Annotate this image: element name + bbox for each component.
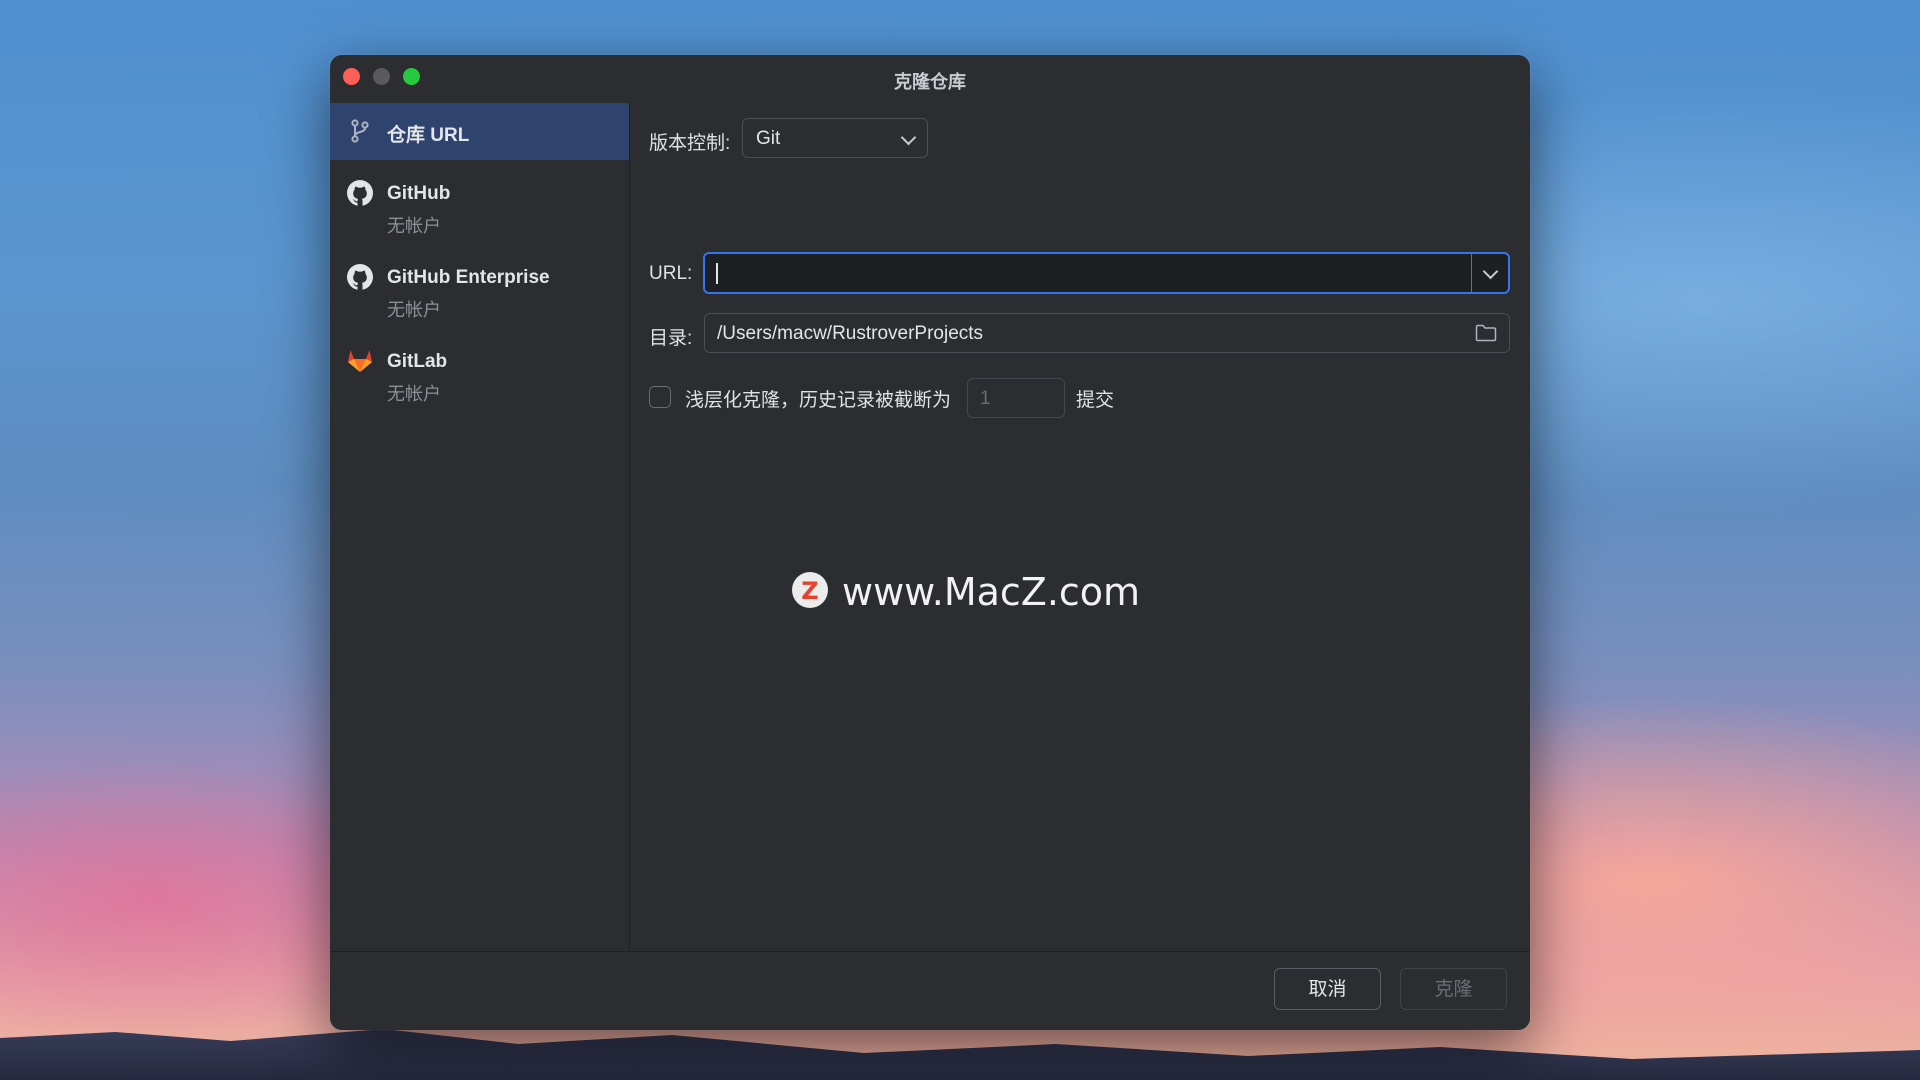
cancel-button[interactable]: 取消: [1274, 968, 1381, 1010]
window-title: 克隆仓库: [894, 72, 966, 92]
url-combobox[interactable]: [703, 252, 1510, 294]
url-input[interactable]: [713, 258, 1477, 290]
clone-repository-dialog: 克隆仓库 仓库 URL GitHub 无帐户 GitHub Enterprise…: [330, 55, 1530, 1030]
sidebar-item-sublabel: 无帐户: [387, 216, 441, 236]
sidebar: 仓库 URL GitHub 无帐户 GitHub Enterprise 无帐户: [330, 103, 630, 951]
folder-icon[interactable]: [1475, 324, 1497, 342]
sidebar-item-github[interactable]: GitHub 无帐户: [330, 171, 629, 245]
dialog-footer: 取消 克隆: [330, 951, 1530, 1030]
watermark-logo: Z: [792, 572, 828, 608]
watermark-logo-letter: Z: [801, 577, 819, 605]
clone-form: 版本控制: Git URL: 目录: /Users/macw/Rustrover…: [630, 103, 1530, 951]
sidebar-item-sublabel: 无帐户: [387, 300, 441, 320]
vcs-select[interactable]: Git: [742, 118, 928, 158]
gitlab-icon: [348, 350, 372, 372]
clone-button[interactable]: 克隆: [1400, 968, 1507, 1010]
sidebar-item-label: GitHub Enterprise: [387, 267, 550, 288]
vcs-select-value: Git: [756, 128, 781, 149]
directory-label: 目录:: [649, 328, 693, 349]
branch-icon: [351, 119, 369, 143]
shallow-depth-field[interactable]: 1: [967, 378, 1065, 418]
github-icon: [347, 264, 373, 290]
sidebar-item-github-enterprise[interactable]: GitHub Enterprise 无帐户: [330, 255, 629, 329]
url-label: URL:: [649, 263, 693, 284]
shallow-clone-label: 浅层化克隆，历史记录被截断为: [685, 390, 952, 411]
url-history-dropdown-button[interactable]: [1472, 254, 1508, 292]
vcs-label: 版本控制:: [649, 133, 731, 154]
title-bar: 克隆仓库: [330, 55, 1530, 103]
shallow-clone-checkbox[interactable]: [649, 386, 671, 408]
github-icon: [347, 180, 373, 206]
shallow-depth-value: 1: [980, 388, 991, 409]
directory-value: /Users/macw/RustroverProjects: [717, 323, 984, 344]
sidebar-item-label: 仓库 URL: [387, 125, 470, 146]
sidebar-item-label: GitLab: [387, 351, 448, 372]
commits-suffix-label: 提交: [1076, 390, 1115, 411]
sidebar-item-label: GitHub: [387, 183, 451, 204]
watermark-text: www.MacZ.com: [842, 570, 1141, 614]
chevron-down-icon: [1482, 263, 1499, 280]
sidebar-item-repository-url[interactable]: 仓库 URL: [330, 103, 629, 160]
sidebar-item-gitlab[interactable]: GitLab 无帐户: [330, 339, 629, 413]
chevron-down-icon: [900, 129, 917, 146]
directory-field[interactable]: /Users/macw/RustroverProjects: [704, 313, 1510, 353]
text-caret: [716, 263, 718, 284]
sidebar-item-sublabel: 无帐户: [387, 384, 441, 404]
